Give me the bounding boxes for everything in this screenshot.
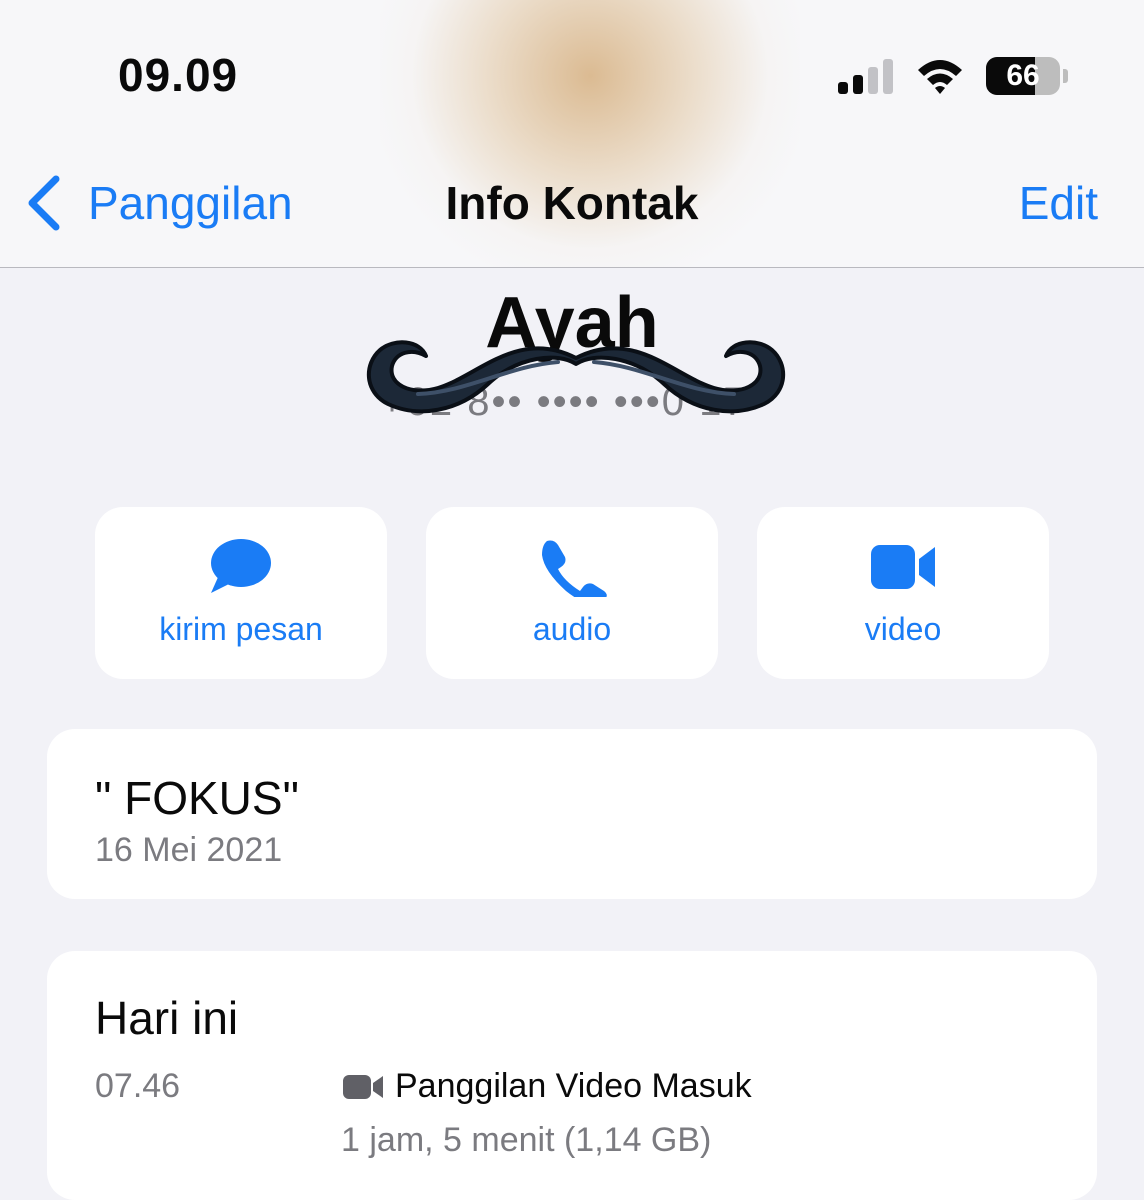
send-message-button[interactable]: kirim pesan: [95, 507, 387, 679]
phone-icon: [542, 540, 607, 597]
about-card[interactable]: " FOKUS" 16 Mei 2021: [47, 729, 1097, 899]
status-time: 09.09: [118, 49, 239, 101]
send-message-label: kirim pesan: [159, 611, 323, 647]
call-history-heading: Hari ini: [95, 992, 239, 1044]
video-call-label: video: [864, 611, 942, 647]
call-time: 07.46: [95, 1067, 181, 1105]
audio-call-button[interactable]: audio: [426, 507, 718, 679]
message-bubble-icon: [211, 539, 271, 593]
page-title: Info Kontak: [445, 177, 699, 229]
battery-icon: 66: [986, 57, 1068, 95]
about-status-text: " FOKUS": [95, 772, 299, 824]
video-camera-icon: [871, 545, 935, 589]
video-call-button[interactable]: video: [757, 507, 1049, 679]
call-history-card: Hari ini 07.46 Panggilan Video Masuk 1 j…: [47, 951, 1097, 1200]
battery-percent: 66: [1006, 59, 1040, 92]
call-type-label: Panggilan Video Masuk: [395, 1067, 752, 1105]
top-header: 09.09 66 Panggilan Info Kontak Edit: [0, 0, 1144, 268]
mustache-sticker-icon: [366, 340, 786, 414]
video-camera-icon: [343, 1074, 383, 1099]
wifi-icon: [918, 60, 962, 94]
about-status-date: 16 Mei 2021: [95, 831, 283, 869]
cellular-signal-icon: [838, 58, 898, 94]
audio-call-label: audio: [532, 611, 612, 647]
call-type: Panggilan Video Masuk: [343, 1067, 752, 1106]
edit-button[interactable]: Edit: [1019, 176, 1098, 230]
call-detail: 1 jam, 5 menit (1,14 GB): [341, 1121, 712, 1159]
